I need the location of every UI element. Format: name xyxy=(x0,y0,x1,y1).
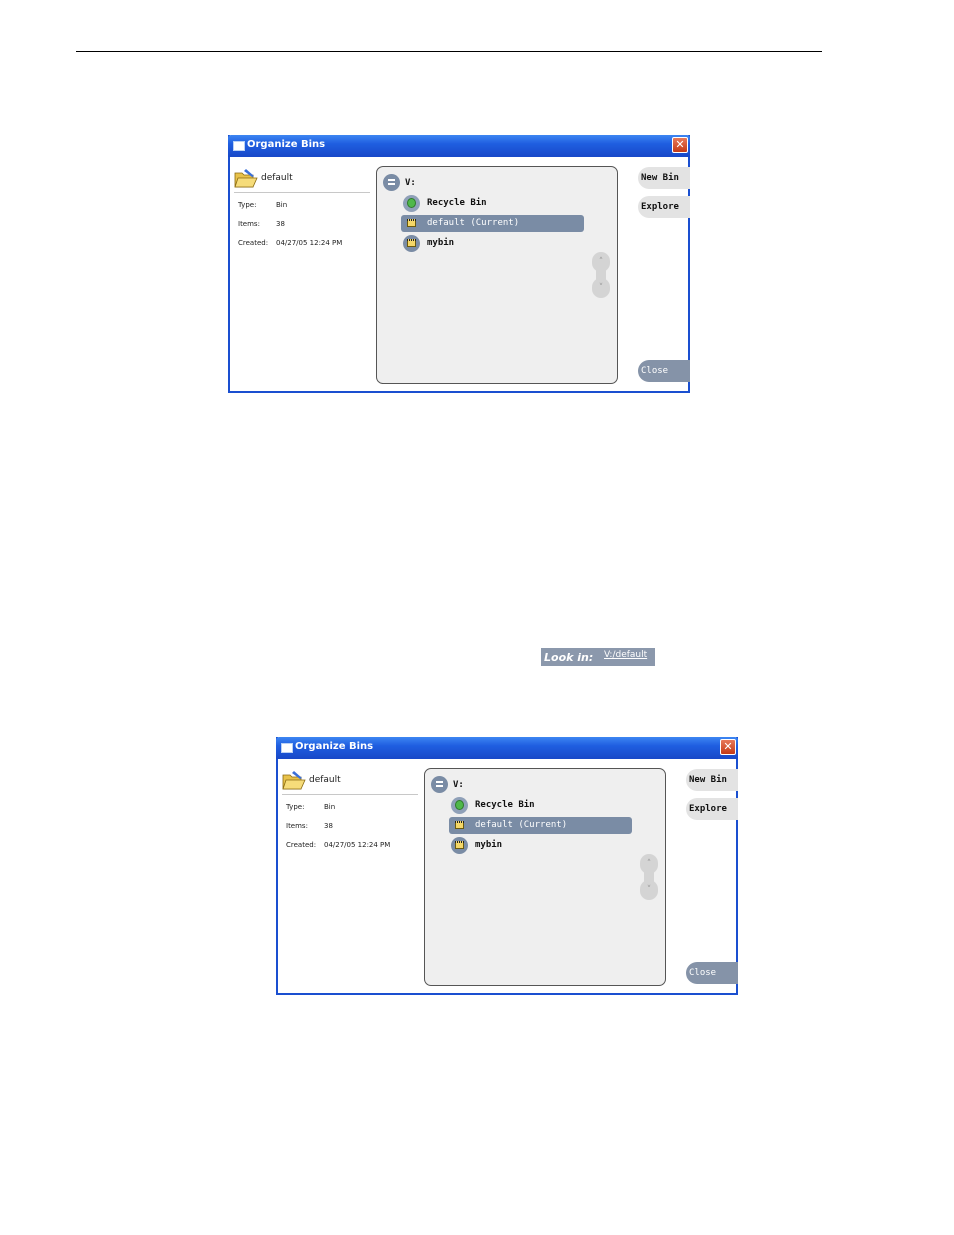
type-value: Bin xyxy=(324,803,336,811)
explore-button[interactable]: Explore xyxy=(638,196,690,218)
type-value: Bin xyxy=(276,201,288,209)
created-value: 04/27/05 12:24 PM xyxy=(324,841,391,849)
drive-icon[interactable] xyxy=(431,776,448,793)
look-in-path-link[interactable]: V:/default xyxy=(604,650,647,660)
dialog-titlebar[interactable]: Organize Bins ✕ xyxy=(228,135,690,157)
close-icon[interactable]: ✕ xyxy=(720,739,736,755)
info-divider xyxy=(234,192,370,193)
close-button[interactable]: Close xyxy=(638,360,690,382)
tree-scrollbar[interactable]: ˄ ˅ xyxy=(592,252,610,298)
bin-icon xyxy=(403,215,420,232)
created-value: 04/27/05 12:24 PM xyxy=(276,239,343,247)
dialog-titlebar[interactable]: Organize Bins ✕ xyxy=(276,737,738,759)
type-label: Type: xyxy=(238,201,257,209)
bin-tree-panel: V: Recycle Bin default (Current) mybin ˄… xyxy=(376,166,618,384)
bin-icon xyxy=(451,817,468,834)
tree-item-mybin[interactable]: mybin xyxy=(401,235,584,252)
tree-scrollbar[interactable]: ˄ ˅ xyxy=(640,854,658,900)
tree-item-label: mybin xyxy=(427,238,455,248)
created-label: Created: xyxy=(238,239,269,247)
drive-label[interactable]: V: xyxy=(453,780,464,790)
new-bin-button[interactable]: New Bin xyxy=(638,167,690,189)
explore-button[interactable]: Explore xyxy=(686,798,738,820)
tree-item-label: Recycle Bin xyxy=(427,198,487,208)
open-folder-icon xyxy=(234,169,258,188)
recycle-bin-icon xyxy=(451,797,468,814)
tree-item-default[interactable]: default (Current) xyxy=(401,215,584,232)
bin-tree-panel: V: Recycle Bin default (Current) mybin ˄… xyxy=(424,768,666,986)
bin-icon xyxy=(403,235,420,252)
page-top-rule xyxy=(76,51,822,52)
tree-item-label: default (Current) xyxy=(427,218,520,228)
window-icon xyxy=(281,743,293,753)
new-bin-button[interactable]: New Bin xyxy=(686,769,738,791)
drive-label[interactable]: V: xyxy=(405,178,416,188)
tree-item-mybin[interactable]: mybin xyxy=(449,837,632,854)
tree-item-label: default (Current) xyxy=(475,820,568,830)
tree-item-recycle-bin[interactable]: Recycle Bin xyxy=(401,195,584,212)
close-icon[interactable]: ✕ xyxy=(672,137,688,153)
items-label: Items: xyxy=(286,822,308,830)
scroll-down-icon[interactable]: ˅ xyxy=(592,278,610,298)
look-in-label: Look in: xyxy=(544,651,594,664)
dialog-title: Organize Bins xyxy=(247,139,326,150)
drive-icon[interactable] xyxy=(383,174,400,191)
close-button[interactable]: Close xyxy=(686,962,738,984)
items-value: 38 xyxy=(276,220,285,228)
tree-item-recycle-bin[interactable]: Recycle Bin xyxy=(449,797,632,814)
selected-bin-name: default xyxy=(261,173,293,183)
selected-bin-name: default xyxy=(309,775,341,785)
items-label: Items: xyxy=(238,220,260,228)
dialog-title: Organize Bins xyxy=(295,741,374,752)
open-folder-icon xyxy=(282,771,306,790)
tree-item-default[interactable]: default (Current) xyxy=(449,817,632,834)
scroll-down-icon[interactable]: ˅ xyxy=(640,880,658,900)
window-icon xyxy=(233,141,245,151)
scroll-up-icon[interactable]: ˄ xyxy=(640,854,658,874)
type-label: Type: xyxy=(286,803,305,811)
scroll-up-icon[interactable]: ˄ xyxy=(592,252,610,272)
bin-icon xyxy=(451,837,468,854)
organize-bins-dialog: Organize Bins ✕ default Type: Bin Items:… xyxy=(276,737,738,995)
created-label: Created: xyxy=(286,841,317,849)
organize-bins-dialog: Organize Bins ✕ default Type: Bin Items:… xyxy=(228,135,690,393)
items-value: 38 xyxy=(324,822,333,830)
tree-item-label: Recycle Bin xyxy=(475,800,535,810)
look-in-bar: Look in: V:/default xyxy=(541,648,655,666)
info-divider xyxy=(282,794,418,795)
tree-item-label: mybin xyxy=(475,840,503,850)
recycle-bin-icon xyxy=(403,195,420,212)
